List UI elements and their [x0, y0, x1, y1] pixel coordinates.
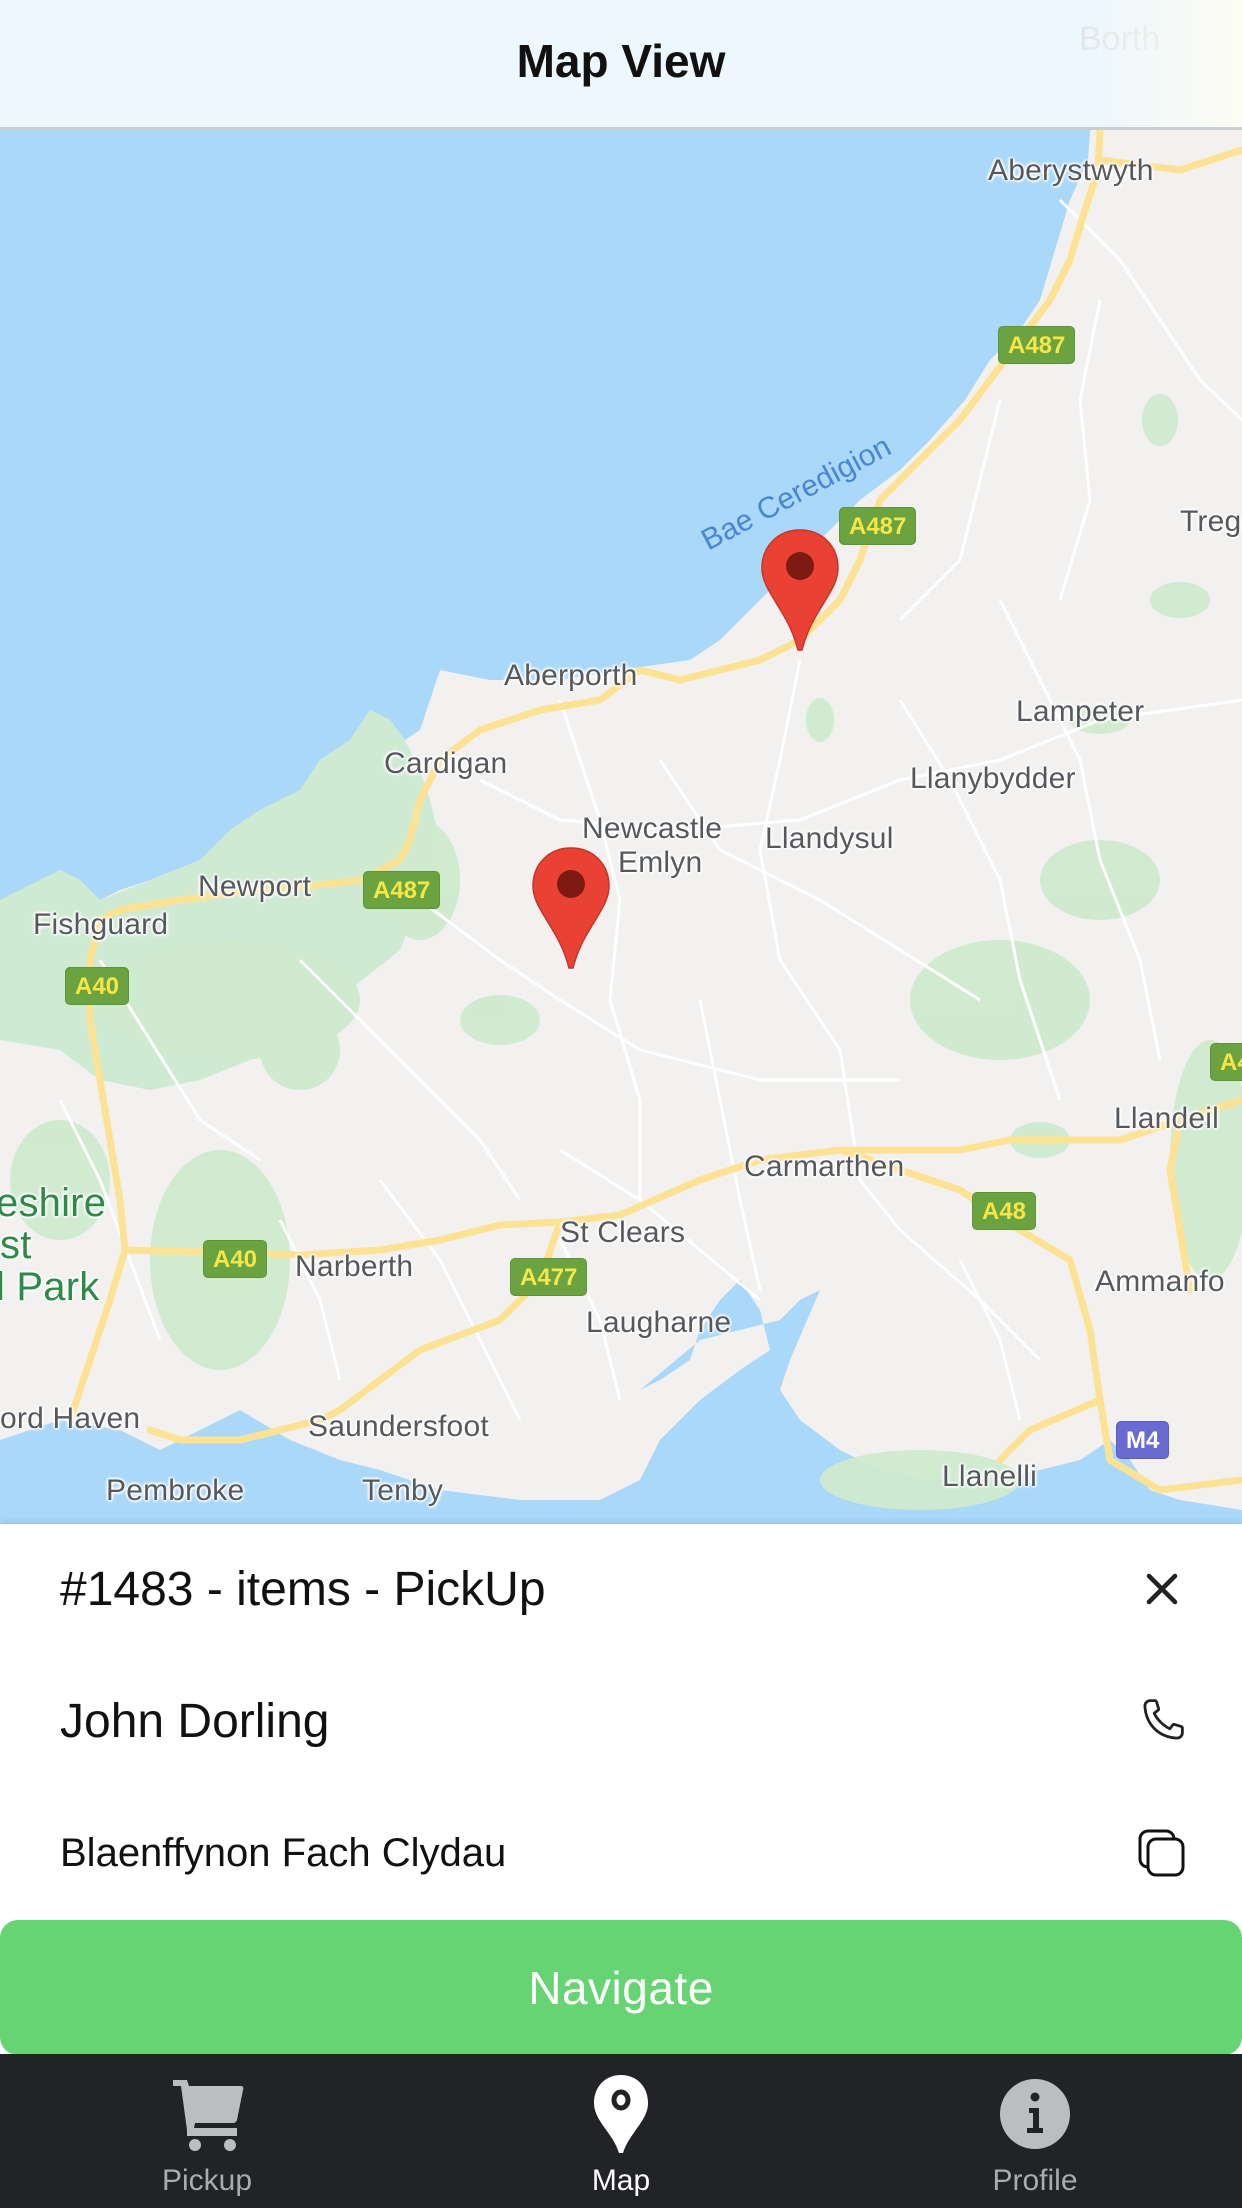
- place-label-park-2: st: [0, 1223, 32, 1267]
- place-label-pembroke: Pembroke: [106, 1474, 245, 1507]
- place-label-saundersfoot: Saundersfoot: [308, 1410, 489, 1443]
- road-shield-a40: A40: [65, 967, 130, 1005]
- order-row: #1483 - items - PickUp: [0, 1524, 1242, 1654]
- place-label-tenby: Tenby: [362, 1474, 444, 1507]
- road-shield-a477: A477: [510, 1258, 588, 1296]
- pickup-address: Blaenffynon Fach Clydau: [60, 1830, 507, 1875]
- place-label-cardigan: Cardigan: [384, 747, 508, 780]
- map-view[interactable]: Aberystwyth Treg Bae Ceredigion Aberport…: [0, 0, 1242, 1524]
- cart-icon: [167, 2074, 247, 2154]
- map-pin-icon: [581, 2074, 661, 2154]
- place-label-park-3: l Park: [0, 1265, 100, 1309]
- road-shield-a48: A48: [972, 1192, 1037, 1230]
- info-icon: [995, 2074, 1075, 2154]
- road-shield-a487: A487: [363, 871, 441, 909]
- place-label-aberporth: Aberporth: [504, 659, 638, 692]
- page-title: Map View: [516, 35, 726, 87]
- customer-name: John Dorling: [60, 1694, 330, 1748]
- place-label-carmarthen: Carmarthen: [744, 1150, 905, 1183]
- place-label-emlyn: Emlyn: [618, 846, 703, 879]
- road-shield-a4: A4: [1210, 1043, 1242, 1081]
- place-label-narberth: Narberth: [295, 1250, 414, 1283]
- navigate-button[interactable]: Navigate: [0, 1920, 1242, 2055]
- copy-address-button[interactable]: [1132, 1823, 1192, 1883]
- bottom-tab-bar: Pickup Map Profile: [0, 2054, 1242, 2208]
- tab-profile[interactable]: Profile: [828, 2054, 1242, 2208]
- road-shield-m4: M4: [1116, 1421, 1170, 1459]
- pickup-detail-panel: #1483 - items - PickUp John Dorling Blae…: [0, 1524, 1242, 1922]
- tab-pickup-label: Pickup: [161, 2164, 253, 2197]
- road-shield-a487: A487: [839, 507, 917, 545]
- phone-icon: [1143, 1699, 1184, 1740]
- close-icon: [1146, 1573, 1178, 1605]
- place-label-fishguard: Fishguard: [33, 908, 169, 941]
- tab-profile-label: Profile: [992, 2164, 1078, 2197]
- pickup-marker-north[interactable]: [760, 528, 840, 652]
- address-row: Blaenffynon Fach Clydau: [0, 1788, 1242, 1918]
- call-button[interactable]: [1132, 1691, 1192, 1751]
- place-label-ammanford: Ammanfo: [1095, 1265, 1225, 1298]
- tab-map-label: Map: [591, 2164, 651, 2197]
- place-label-park-1: eshire: [0, 1181, 107, 1225]
- place-label-newcastle: Newcastle: [582, 812, 723, 845]
- place-label-llanybydder: Llanybydder: [910, 762, 1076, 795]
- place-label-llandeilo: Llandeil: [1114, 1102, 1220, 1135]
- customer-row: John Dorling: [0, 1656, 1242, 1786]
- place-label-treg: Treg: [1180, 505, 1242, 538]
- tab-pickup[interactable]: Pickup: [0, 2054, 414, 2208]
- road-shield-a40: A40: [203, 1240, 268, 1278]
- pickup-marker-south[interactable]: [531, 846, 611, 970]
- header-bar: Borth Map View: [0, 0, 1242, 130]
- tab-map[interactable]: Map: [414, 2054, 828, 2208]
- place-label-llanelli: Llanelli: [942, 1460, 1037, 1493]
- close-button[interactable]: [1132, 1559, 1192, 1619]
- place-label-lampeter: Lampeter: [1016, 695, 1145, 728]
- place-label-newport: Newport: [198, 870, 312, 903]
- place-label-aberystwyth: Aberystwyth: [988, 154, 1154, 187]
- copy-icon: [1138, 1829, 1185, 1877]
- place-label-milford-haven: ord Haven: [0, 1402, 141, 1435]
- road-shield-a487: A487: [998, 326, 1076, 364]
- order-summary: #1483 - items - PickUp: [60, 1562, 546, 1616]
- place-label-llandysul: Llandysul: [765, 822, 894, 855]
- place-label-laugharne: Laugharne: [586, 1306, 732, 1339]
- place-label-st-clears: St Clears: [560, 1216, 686, 1249]
